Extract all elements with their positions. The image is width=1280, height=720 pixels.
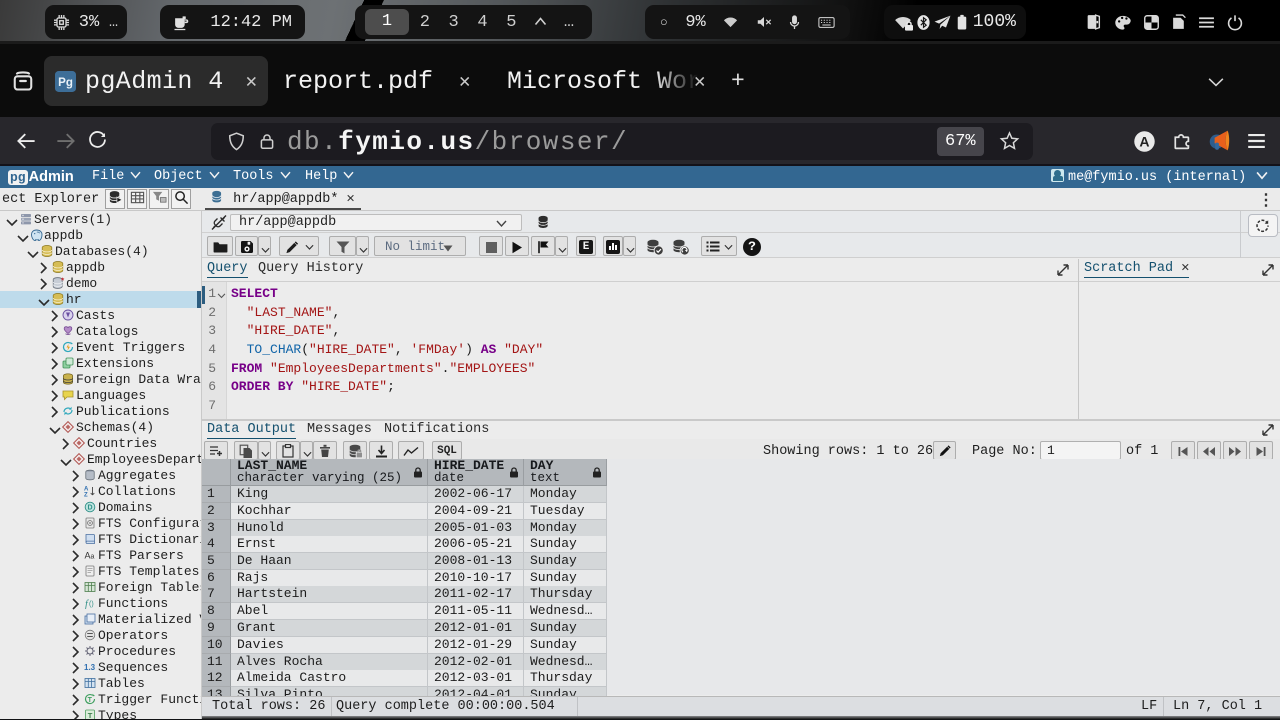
svg-text:T: T <box>88 697 93 704</box>
svg-text:(): () <box>89 601 94 608</box>
svg-text:1.3: 1.3 <box>84 663 96 672</box>
svg-text:D: D <box>87 505 92 512</box>
svg-text:a: a <box>91 554 95 561</box>
svg-text:Pg: Pg <box>58 77 73 89</box>
svg-text:Z: Z <box>84 493 88 498</box>
svg-text:A: A <box>1139 134 1149 150</box>
